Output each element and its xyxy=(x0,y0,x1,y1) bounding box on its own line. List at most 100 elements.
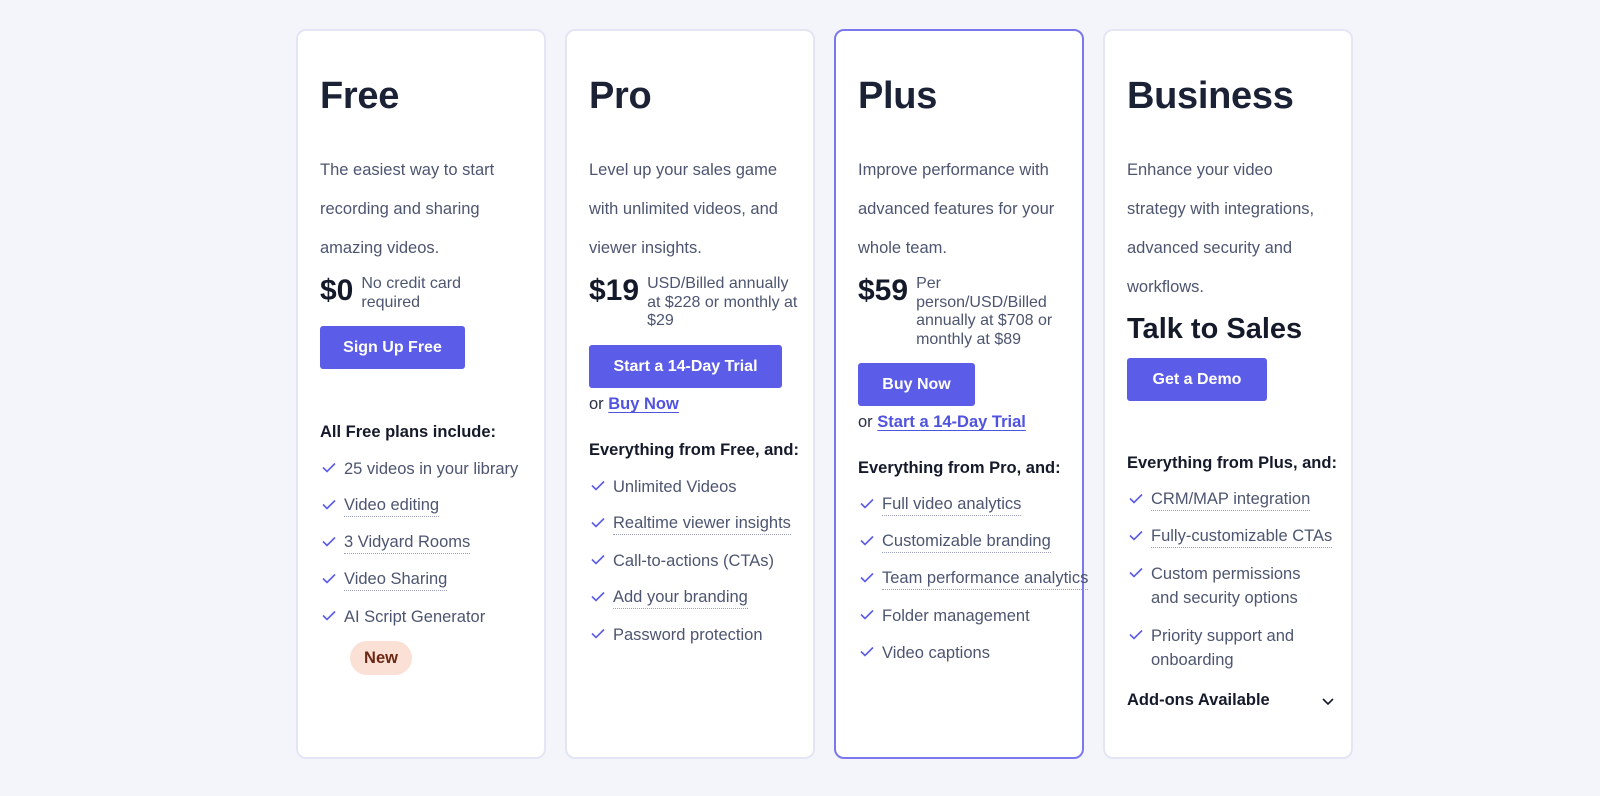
feature-label[interactable]: Team performance analytics xyxy=(882,567,1088,590)
feature-item[interactable]: Customizable branding xyxy=(858,530,1088,567)
price-note: Per person/USD/Billed annually at $708 o… xyxy=(916,275,1053,348)
feature-item: 25 videos in your library xyxy=(320,457,560,494)
feature-label[interactable]: CRM/MAP integration xyxy=(1151,488,1311,511)
feature-item: Folder management xyxy=(858,604,1088,641)
buy-now-button[interactable]: Buy Now xyxy=(858,363,975,406)
check-icon xyxy=(322,499,336,510)
plan-title: Plus xyxy=(858,75,938,117)
price: $19 xyxy=(589,274,640,307)
feature-item: Password protection xyxy=(589,623,829,660)
alt-action: or Buy Now xyxy=(589,395,679,414)
check-icon xyxy=(322,536,336,547)
feature-label[interactable]: Realtime viewer insights xyxy=(613,512,791,535)
feature-item: Call-to-actions (CTAs) xyxy=(589,549,829,586)
price: $59 xyxy=(858,274,909,307)
feature-list: 25 videos in your library Video editing … xyxy=(320,457,560,642)
features-heading: All Free plans include: xyxy=(320,423,497,441)
feature-list: Unlimited Videos Realtime viewer insight… xyxy=(589,475,829,660)
plan-description: Enhance your video strategy with integra… xyxy=(1127,161,1315,296)
price-row: $0 No credit card required xyxy=(320,273,491,312)
feature-item: AI Script Generator xyxy=(320,605,560,642)
price-row: $19 USD/Billed annually at $228 or month… xyxy=(589,273,802,331)
price-headline: Talk to Sales xyxy=(1127,313,1303,345)
feature-list: Full video analytics Customizable brandi… xyxy=(858,493,1088,678)
check-icon xyxy=(860,535,874,546)
check-icon xyxy=(1129,493,1143,504)
feature-label[interactable]: Video editing xyxy=(344,494,440,517)
plan-description: Level up your sales game with unlimited … xyxy=(589,161,778,257)
feature-label[interactable]: Fully-customizable CTAs xyxy=(1151,525,1333,548)
addons-label: Add-ons Available xyxy=(1127,691,1270,709)
feature-item: Priority support and onboarding xyxy=(1127,624,1367,686)
plan-title: Business xyxy=(1127,75,1294,117)
feature-item[interactable]: 3 Vidyard Rooms xyxy=(320,531,560,568)
check-icon xyxy=(322,462,336,473)
feature-label: 25 videos in your library xyxy=(344,460,519,478)
feature-label[interactable]: Full video analytics xyxy=(882,493,1022,516)
plan-card-business: Business Enhance your video strategy wit… xyxy=(1103,29,1353,759)
feature-item[interactable]: CRM/MAP integration xyxy=(1127,488,1367,525)
start-trial-link[interactable]: Start a 14-Day Trial xyxy=(877,413,1026,431)
plan-title: Pro xyxy=(589,75,652,117)
price-note: USD/Billed annually at $228 or monthly a… xyxy=(647,275,798,329)
features-heading: Everything from Pro, and: xyxy=(858,459,1061,477)
feature-label: Call-to-actions (CTAs) xyxy=(613,552,775,570)
feature-item[interactable]: Full video analytics xyxy=(858,493,1088,530)
check-icon xyxy=(591,591,605,602)
price: $0 xyxy=(320,274,354,307)
feature-item[interactable]: Team performance analytics xyxy=(858,567,1088,604)
plan-card-free: Free The easiest way to start recording … xyxy=(296,29,546,759)
check-icon xyxy=(860,646,874,657)
check-icon xyxy=(1129,530,1143,541)
feature-item: Video captions xyxy=(858,641,1088,678)
check-icon xyxy=(591,554,605,565)
check-icon xyxy=(860,609,874,620)
buy-now-link[interactable]: Buy Now xyxy=(608,395,679,413)
check-icon xyxy=(322,610,336,621)
start-trial-button[interactable]: Start a 14-Day Trial xyxy=(589,345,782,388)
check-icon xyxy=(322,573,336,584)
feature-item[interactable]: Video Sharing xyxy=(320,568,560,605)
plan-card-plus: Plus Improve performance with advanced f… xyxy=(834,29,1088,759)
check-icon xyxy=(591,517,605,528)
feature-label: Custom permissions and security options xyxy=(1151,565,1301,607)
plan-card-pro: Pro Level up your sales game with unlimi… xyxy=(565,29,815,759)
price-note: No credit card required xyxy=(361,275,461,311)
alt-prefix: or xyxy=(858,413,873,431)
feature-label: Password protection xyxy=(613,626,763,644)
feature-label[interactable]: 3 Vidyard Rooms xyxy=(344,531,471,554)
feature-label: AI Script Generator xyxy=(344,608,486,626)
check-icon xyxy=(591,628,605,639)
feature-item[interactable]: Video editing xyxy=(320,494,560,531)
new-badge: New xyxy=(350,641,412,675)
feature-label: Unlimited Videos xyxy=(613,478,737,496)
check-icon xyxy=(1129,629,1143,640)
feature-item[interactable]: Add your branding xyxy=(589,586,829,623)
feature-item: Unlimited Videos xyxy=(589,475,829,512)
chevron-down-icon xyxy=(1322,697,1334,705)
feature-item: Custom permissions and security options xyxy=(1127,562,1367,624)
sign-up-free-button[interactable]: Sign Up Free xyxy=(320,326,465,369)
check-icon xyxy=(1129,567,1143,578)
feature-label[interactable]: Customizable branding xyxy=(882,530,1051,553)
feature-label: Priority support and onboarding xyxy=(1151,627,1295,669)
feature-item[interactable]: Fully-customizable CTAs xyxy=(1127,525,1367,562)
feature-label: Folder management xyxy=(882,607,1030,625)
plan-description: The easiest way to start recording and s… xyxy=(320,161,495,257)
check-icon xyxy=(860,572,874,583)
price-row: $59 Per person/USD/Billed annually at $7… xyxy=(858,273,1066,349)
feature-label: Video captions xyxy=(882,644,990,662)
feature-item[interactable]: Realtime viewer insights xyxy=(589,512,829,549)
feature-label[interactable]: Video Sharing xyxy=(344,568,448,591)
feature-list: CRM/MAP integration Fully-customizable C… xyxy=(1127,488,1367,686)
addons-toggle[interactable]: Add-ons Available xyxy=(1127,691,1335,710)
features-heading: Everything from Free, and: xyxy=(589,441,799,459)
check-icon xyxy=(591,480,605,491)
check-icon xyxy=(860,498,874,509)
get-demo-button[interactable]: Get a Demo xyxy=(1127,358,1267,401)
alt-action: or Start a 14-Day Trial xyxy=(858,413,1026,432)
alt-prefix: or xyxy=(589,395,604,413)
plan-title: Free xyxy=(320,75,400,117)
feature-label[interactable]: Add your branding xyxy=(613,586,748,609)
features-heading: Everything from Plus, and: xyxy=(1127,454,1337,472)
